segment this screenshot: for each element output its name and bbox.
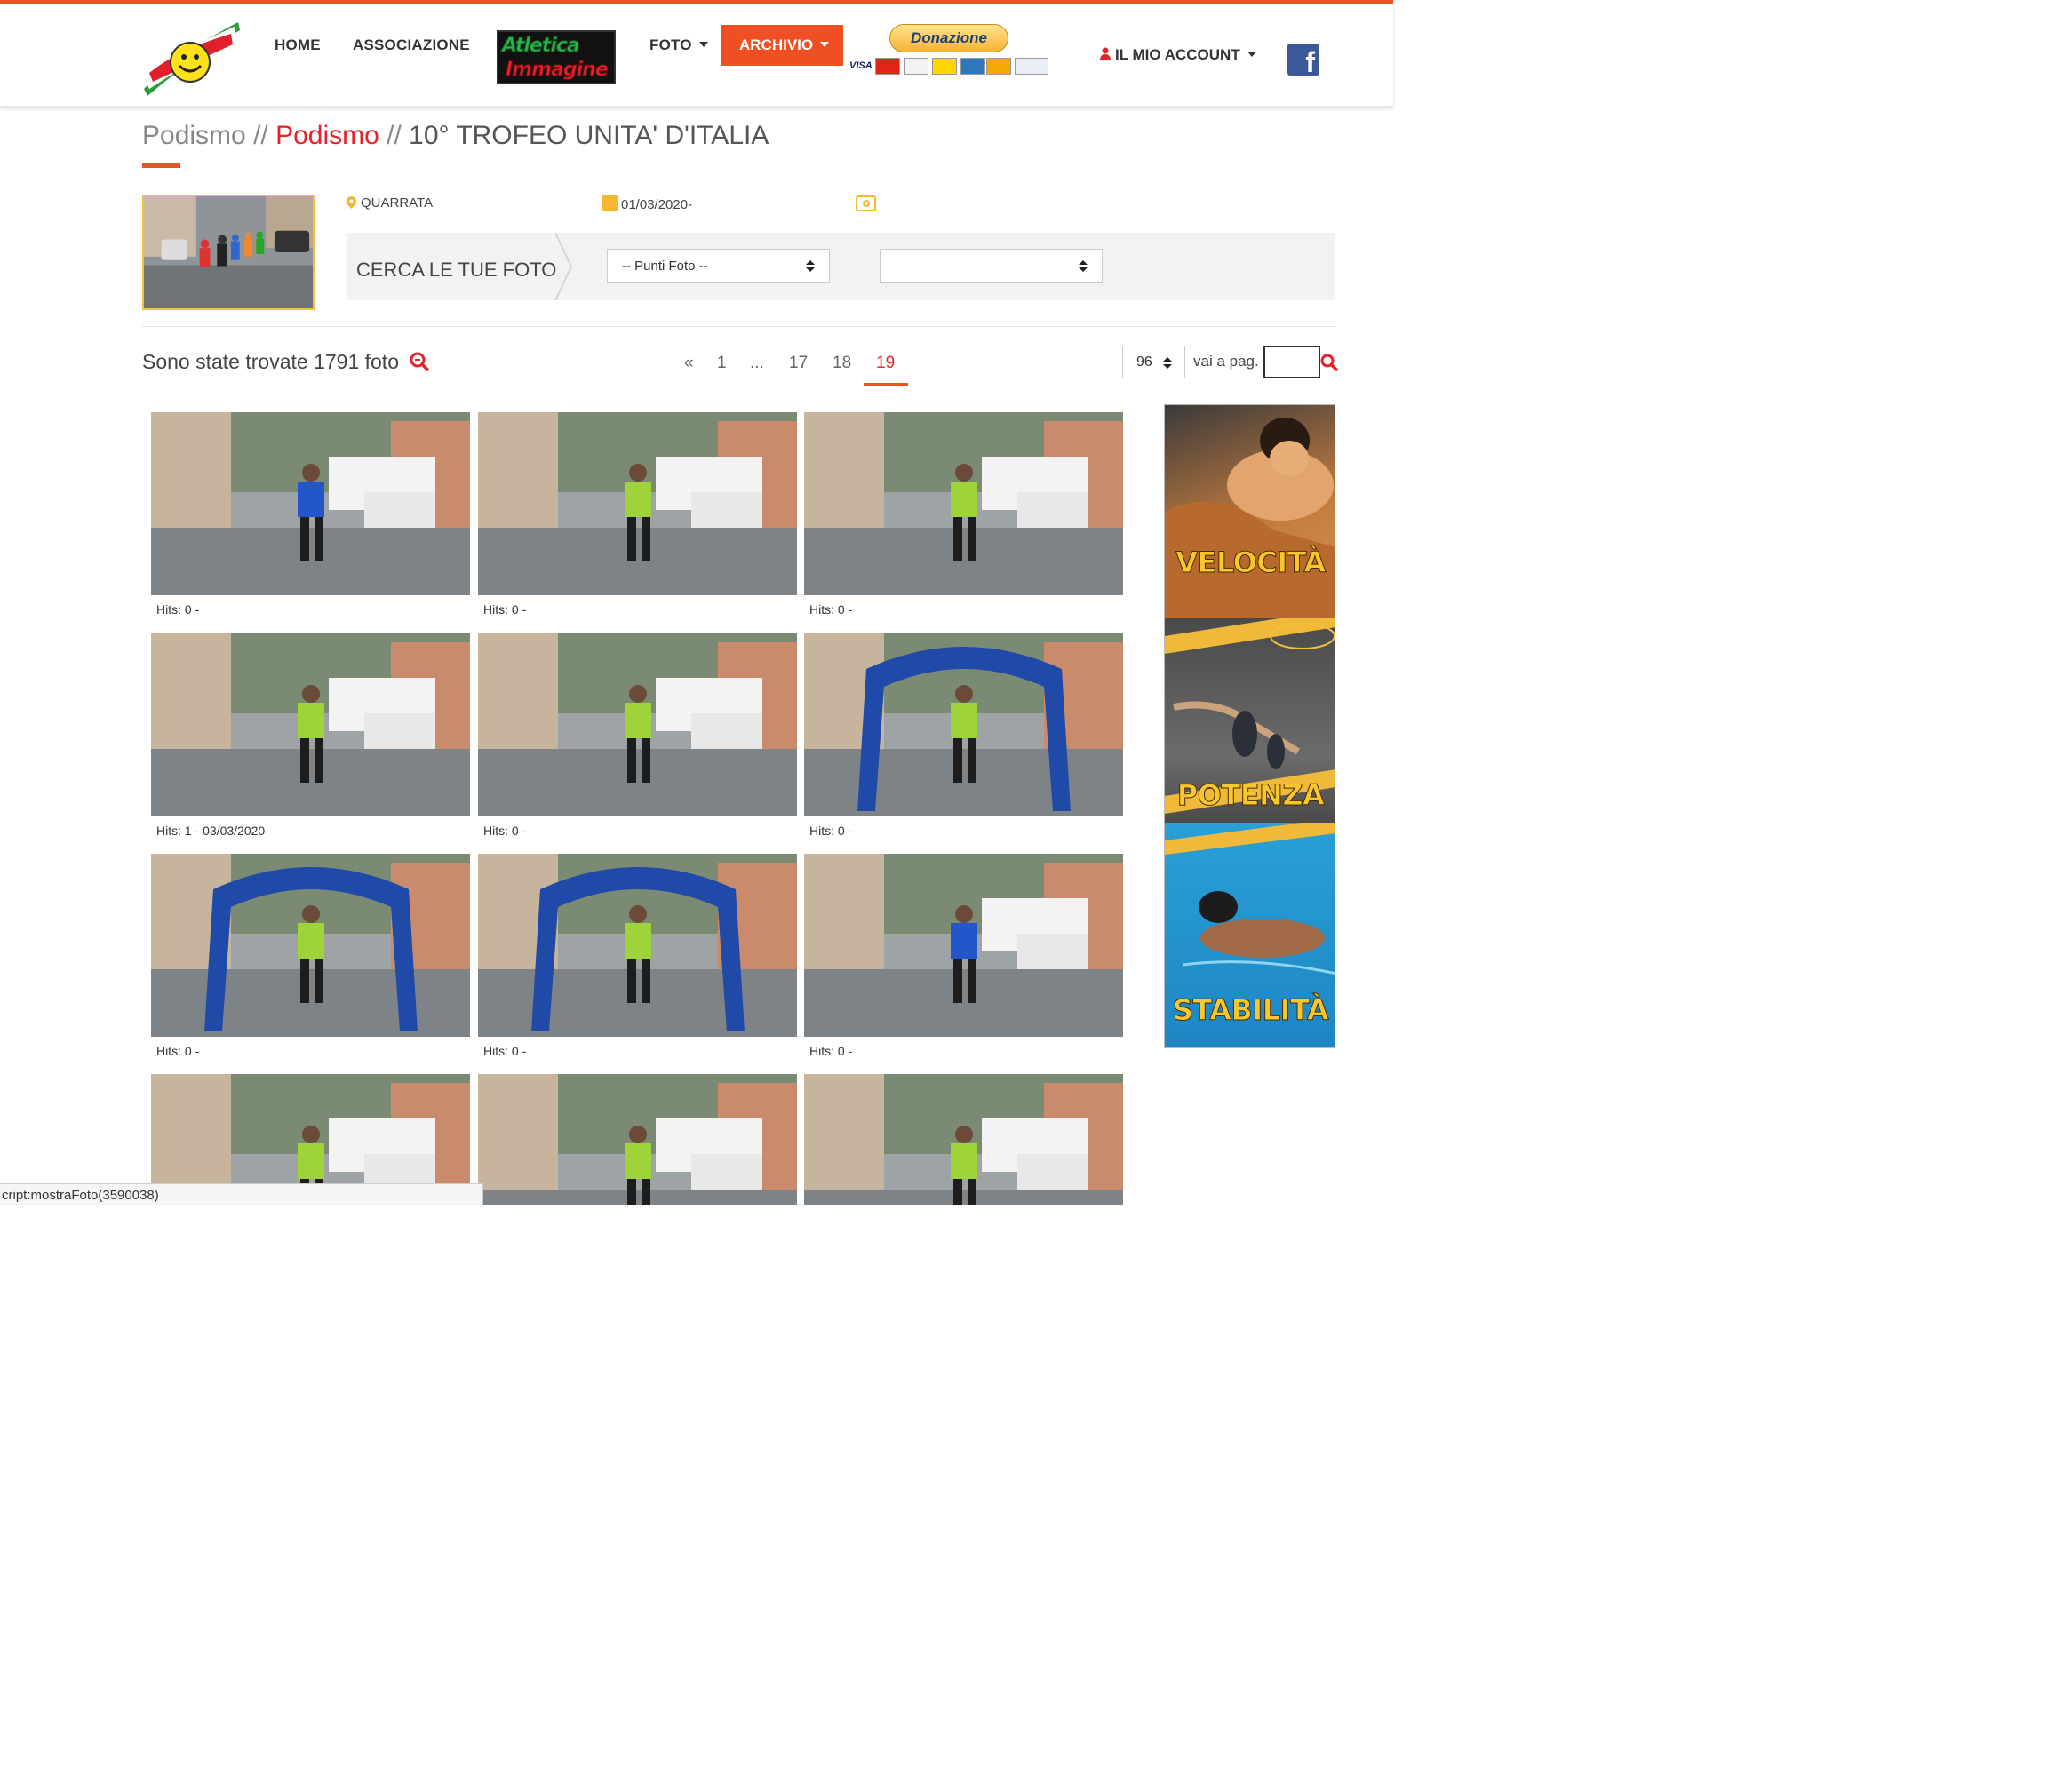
breadcrumb-level1[interactable]: Podismo	[142, 121, 246, 150]
per-page-select[interactable]: 96	[1122, 346, 1185, 378]
divider	[142, 326, 1335, 327]
page-title: 10° TROFEO UNITA' D'ITALIA	[409, 121, 769, 150]
results-count-text: Sono state trovate 1791 foto	[142, 350, 399, 373]
photo-image	[478, 854, 797, 1037]
page-prev[interactable]: «	[684, 354, 694, 373]
punti-foto-select[interactable]: -- Punti Foto --	[607, 249, 830, 283]
photo-hits: Hits: 0 -	[156, 1044, 200, 1058]
donate-button[interactable]: Donazione	[889, 24, 1008, 52]
breadcrumb: Podismo // Podismo // 10° TROFEO UNITA' …	[142, 121, 769, 151]
nav-archivio-dropdown[interactable]: ARCHIVIO	[721, 25, 843, 66]
page-link[interactable]: 18	[833, 354, 851, 373]
goto-page-label: vai a pag.	[1193, 353, 1259, 370]
photo-hits: Hits: 0 -	[483, 824, 527, 838]
title-underline	[142, 163, 180, 168]
photo-image	[151, 412, 470, 595]
nav-archivio-label: ARCHIVIO	[739, 36, 814, 53]
map-marker-icon	[347, 196, 356, 209]
photo-image	[804, 633, 1123, 816]
photo-thumbnail[interactable]	[478, 633, 797, 816]
ad-athlete-image	[1165, 418, 1335, 618]
photo-thumbnail[interactable]	[804, 1074, 1123, 1205]
page-link[interactable]: 17	[789, 354, 808, 373]
event-date: 01/03/2020-	[602, 195, 692, 212]
account-label: IL MIO ACCOUNT	[1115, 46, 1240, 63]
ad-word-1: VELOCITÀ	[1175, 545, 1327, 580]
nav-associazione[interactable]: ASSOCIAZIONE	[353, 36, 470, 54]
chevron-down-icon	[820, 42, 830, 47]
photo-image	[151, 633, 470, 816]
ad-gymnast-image	[1165, 618, 1335, 814]
photo-hits: Hits: 1 - 03/03/2020	[156, 824, 266, 838]
sort-arrows-icon	[1163, 357, 1172, 370]
payment-cards-icon: VISA	[849, 58, 1048, 76]
breadcrumb-separator: //	[387, 121, 402, 150]
user-icon	[1100, 47, 1111, 60]
photo-thumbnail[interactable]	[478, 1074, 797, 1205]
event-location: QUARRATA	[347, 195, 433, 211]
page-current[interactable]: 19	[876, 354, 895, 373]
camera-icon[interactable]	[856, 195, 876, 211]
photo-thumbnail[interactable]	[478, 412, 797, 595]
photo-image	[804, 1074, 1123, 1205]
breadcrumb-separator: //	[253, 121, 268, 150]
photo-thumbnail[interactable]	[804, 412, 1123, 595]
facebook-icon[interactable]: f	[1287, 44, 1319, 78]
secondary-select[interactable]	[880, 249, 1103, 283]
breadcrumb-level2[interactable]: Podismo	[275, 121, 379, 150]
pagination: « 1 ... 17 18 19	[673, 344, 908, 386]
search-label: CERCA LE TUE FOTO	[356, 259, 557, 281]
photo-image	[151, 854, 470, 1037]
search-zoom-icon[interactable]	[410, 352, 430, 371]
navbar: HOME ASSOCIAZIONE Atletica Immagine FOTO…	[0, 4, 1393, 107]
partner-logo-line1: Atletica	[502, 35, 581, 58]
photo-thumbnail[interactable]	[804, 633, 1123, 816]
site-logo[interactable]	[142, 18, 242, 96]
nav-foto-dropdown[interactable]: FOTO	[649, 36, 708, 54]
results-count: Sono state trovate 1791 foto	[142, 350, 430, 374]
ad-word-3: STABILITÀ	[1172, 993, 1329, 1028]
sort-arrows-icon	[806, 260, 815, 273]
calendar-icon	[602, 195, 618, 211]
atletica-immagine-logo[interactable]: Atletica Immagine	[497, 30, 616, 84]
ad-banner[interactable]: VELOCITÀ POTENZA STABILITÀ	[1164, 404, 1335, 1048]
per-page-value: 96	[1136, 354, 1152, 370]
punti-foto-value: -- Punti Foto --	[622, 259, 708, 274]
photo-search-panel: CERCA LE TUE FOTO -- Punti Foto --	[347, 233, 1335, 300]
photo-image	[804, 854, 1123, 1037]
photo-hits: Hits: 0 -	[156, 602, 200, 617]
chevron-down-icon	[1247, 52, 1256, 57]
photo-thumbnail[interactable]	[151, 633, 470, 816]
active-page-indicator	[864, 383, 908, 386]
photo-hits: Hits: 0 -	[483, 1044, 527, 1058]
account-dropdown[interactable]: IL MIO ACCOUNT	[1100, 46, 1256, 64]
page-ellipsis: ...	[750, 354, 764, 372]
photo-hits: Hits: 0 -	[809, 602, 853, 617]
sort-arrows-icon	[1079, 260, 1088, 273]
chevron-down-icon	[698, 42, 708, 47]
page-link[interactable]: 1	[717, 354, 727, 373]
location-text: QUARRATA	[361, 195, 434, 211]
photo-hits: Hits: 0 -	[809, 1044, 853, 1058]
arrow-separator	[555, 233, 573, 300]
search-icon[interactable]	[1320, 354, 1338, 371]
photo-hits: Hits: 0 -	[809, 824, 853, 838]
photo-hits: Hits: 0 -	[483, 602, 527, 617]
photo-thumbnail[interactable]	[151, 412, 470, 595]
photo-thumbnail[interactable]	[151, 854, 470, 1037]
goto-page-input[interactable]	[1263, 346, 1320, 378]
event-thumbnail[interactable]	[142, 195, 315, 310]
partner-logo-line2: Immagine	[506, 59, 610, 82]
ad-word-2: POTENZA	[1176, 778, 1325, 813]
nav-home[interactable]: HOME	[275, 36, 321, 54]
photo-image	[804, 412, 1123, 595]
date-text: 01/03/2020-	[621, 197, 693, 212]
photo-image	[478, 412, 797, 595]
browser-status-bar: cript:mostraFoto(3590038)	[0, 1183, 483, 1205]
nav-foto-label: FOTO	[649, 36, 692, 53]
photo-thumbnail[interactable]	[804, 854, 1123, 1037]
photo-thumbnail[interactable]	[478, 854, 797, 1037]
photo-image	[478, 1074, 797, 1205]
photo-image	[478, 633, 797, 816]
